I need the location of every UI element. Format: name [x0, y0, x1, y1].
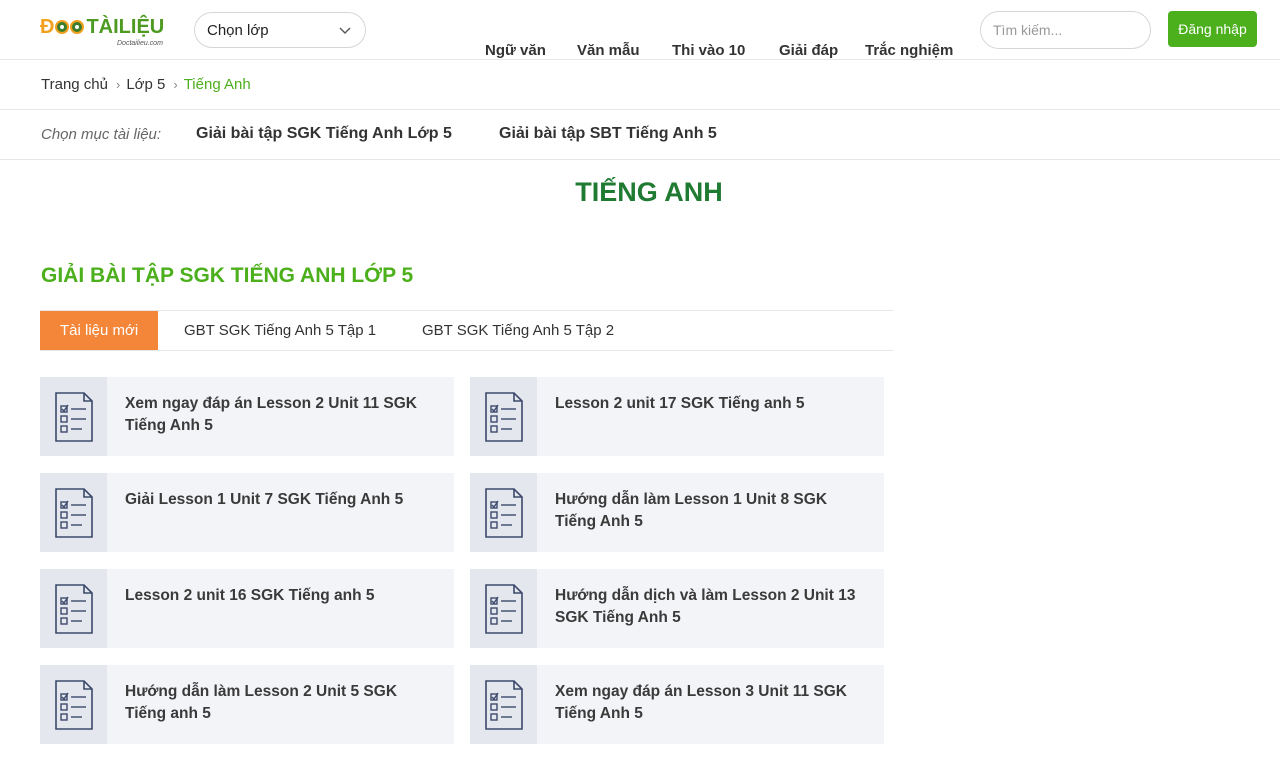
breadcrumb: Trang chủ › Lớp 5 › Tiếng Anh	[0, 60, 1280, 110]
search-input[interactable]	[980, 11, 1151, 49]
document-card-title[interactable]: Lesson 2 unit 17 SGK Tiếng anh 5	[555, 393, 865, 415]
breadcrumb-separator: ›	[173, 77, 178, 92]
tab-bar: Tài liệu mới GBT SGK Tiếng Anh 5 Tập 1 G…	[40, 310, 893, 351]
page-title: TIẾNG ANH	[575, 177, 723, 207]
document-card[interactable]: Hướng dẫn làm Lesson 1 Unit 8 SGK Tiếng …	[470, 473, 884, 552]
breadcrumb-separator: ›	[115, 77, 121, 92]
document-card[interactable]: Hướng dẫn làm Lesson 2 Unit 5 SGK Tiếng …	[40, 665, 454, 744]
document-card-thumbnail[interactable]	[40, 473, 107, 552]
document-card-title[interactable]: Hướng dẫn làm Lesson 2 Unit 5 SGK Tiếng …	[125, 681, 435, 725]
category-link-sbt[interactable]: Giải bài tập SBT Tiếng Anh 5	[499, 125, 717, 143]
document-card-thumbnail[interactable]	[40, 569, 107, 648]
document-checklist-icon	[54, 487, 93, 538]
breadcrumb-home[interactable]: Trang chủ	[41, 76, 108, 93]
class-select[interactable]: Chọn lớp	[194, 12, 366, 48]
document-card-thumbnail[interactable]	[470, 473, 537, 552]
document-card-thumbnail[interactable]	[470, 569, 537, 648]
document-card-title[interactable]: Xem ngay đáp án Lesson 3 Unit 11 SGK Tiế…	[555, 681, 865, 725]
document-card[interactable]: Hướng dẫn dịch và làm Lesson 2 Unit 13 S…	[470, 569, 884, 648]
breadcrumb-current: Tiếng Anh	[183, 76, 251, 93]
document-card[interactable]: Lesson 2 unit 17 SGK Tiếng anh 5	[470, 377, 884, 456]
class-select-value: Chọn lớp	[207, 21, 269, 39]
tab-volume-2[interactable]: GBT SGK Tiếng Anh 5 Tập 2	[422, 311, 614, 350]
document-card-thumbnail[interactable]	[40, 377, 107, 456]
document-checklist-icon	[54, 391, 93, 442]
document-card[interactable]: Xem ngay đáp án Lesson 2 Unit 11 SGK Tiế…	[40, 377, 454, 456]
category-label: Chọn mục tài liệu:	[41, 126, 162, 143]
document-checklist-icon	[484, 679, 523, 730]
login-button[interactable]: Đăng nhập	[1168, 11, 1257, 47]
logo-text-d: Đ	[40, 16, 55, 38]
document-card-title[interactable]: Xem ngay đáp án Lesson 2 Unit 11 SGK Tiế…	[125, 393, 435, 437]
category-bar: Chọn mục tài liệu: Giải bài tập SGK Tiến…	[0, 110, 1280, 160]
section-title[interactable]: GIẢI BÀI TẬP SGK TIẾNG ANH LỚP 5	[41, 264, 413, 288]
tab-volume-1[interactable]: GBT SGK Tiếng Anh 5 Tập 1	[184, 311, 376, 350]
document-card-title[interactable]: Hướng dẫn làm Lesson 1 Unit 8 SGK Tiếng …	[555, 489, 865, 533]
document-card[interactable]: Lesson 2 unit 16 SGK Tiếng anh 5	[40, 569, 454, 648]
owl-eyes-icon	[55, 8, 85, 46]
document-checklist-icon	[484, 583, 523, 634]
breadcrumb-class[interactable]: Lớp 5	[126, 76, 165, 93]
document-checklist-icon	[484, 391, 523, 442]
category-link-sgk[interactable]: Giải bài tập SGK Tiếng Anh Lớp 5	[196, 125, 452, 143]
document-card-thumbnail[interactable]	[470, 377, 537, 456]
tab-new-documents[interactable]: Tài liệu mới	[40, 311, 159, 350]
document-card[interactable]: Xem ngay đáp án Lesson 3 Unit 11 SGK Tiế…	[470, 665, 884, 744]
site-header: Đ TÀILIỆU Doctailieu.com Chọn lớp Ngữ vă…	[0, 0, 1280, 60]
document-card-title[interactable]: Hướng dẫn dịch và làm Lesson 2 Unit 13 S…	[555, 585, 865, 629]
document-card-thumbnail[interactable]	[40, 665, 107, 744]
document-checklist-icon	[54, 583, 93, 634]
document-card[interactable]: Giải Lesson 1 Unit 7 SGK Tiếng Anh 5	[40, 473, 454, 552]
document-card-thumbnail[interactable]	[470, 665, 537, 744]
logo-subtext: Doctailieu.com	[117, 40, 163, 47]
document-checklist-icon	[54, 679, 93, 730]
document-card-title[interactable]: Lesson 2 unit 16 SGK Tiếng anh 5	[125, 585, 435, 607]
document-checklist-icon	[484, 487, 523, 538]
chevron-down-icon	[339, 27, 351, 34]
site-logo[interactable]: Đ TÀILIỆU Doctailieu.com	[40, 8, 180, 50]
document-card-title[interactable]: Giải Lesson 1 Unit 7 SGK Tiếng Anh 5	[125, 489, 435, 511]
